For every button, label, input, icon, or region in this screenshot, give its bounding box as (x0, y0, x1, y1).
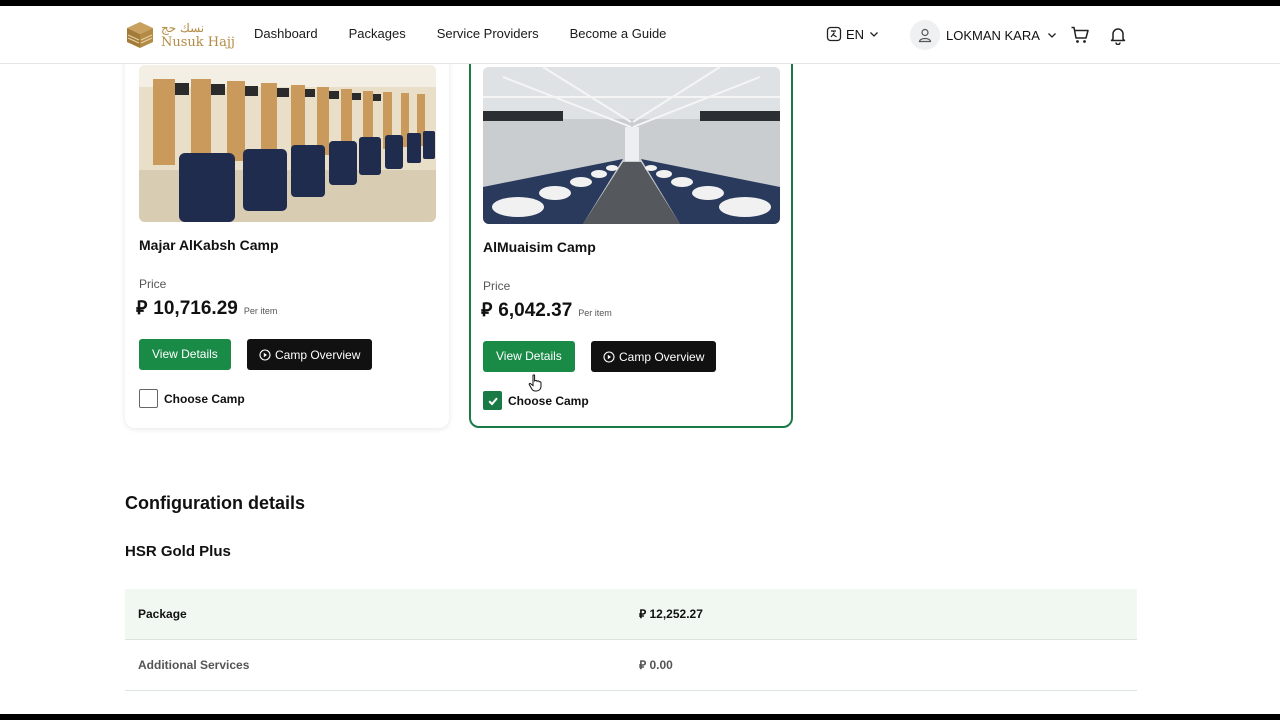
price-currency: ⃁ (136, 298, 148, 319)
camp-overview-label: Camp Overview (619, 349, 705, 364)
row-label: Package (138, 607, 187, 621)
nusuk-hajj-logo[interactable]: نسك حج Nusuk Hajj (124, 19, 235, 51)
per-item-label: Per item (578, 308, 612, 318)
nav-become-guide[interactable]: Become a Guide (570, 26, 667, 41)
camp-overview-button[interactable]: Camp Overview (247, 339, 373, 370)
camp-photo-majar (139, 65, 436, 222)
cart-icon (1071, 26, 1089, 43)
per-item-label: Per item (243, 306, 278, 316)
configuration-title: Configuration details (125, 493, 305, 513)
camp-image (139, 65, 436, 222)
main-nav: Dashboard Packages Service Providers Bec… (254, 26, 666, 41)
camp-image (483, 67, 780, 224)
price-label: Price (483, 279, 511, 293)
user-icon (918, 28, 932, 43)
camp-title: AlMuaisim Camp (483, 239, 596, 255)
table-row: Additional Services ⃁ 0.00 (125, 640, 1137, 691)
choose-camp-checkbox[interactable] (139, 389, 158, 408)
row-amount: 12,252.27 (649, 606, 703, 621)
price-value: 6,042.37 (498, 300, 573, 321)
user-name: LOKMAN KARA (946, 27, 1040, 43)
notifications-button[interactable] (1108, 25, 1128, 50)
price-row: ⃁ 10,716.29 Per item (136, 296, 277, 320)
row-currency: ⃁ (639, 657, 647, 672)
play-circle-icon (259, 348, 271, 361)
choose-camp-checkbox[interactable] (483, 391, 502, 410)
price-label: Price (139, 277, 167, 291)
language-code: EN (846, 26, 865, 42)
price-value: 10,716.29 (153, 298, 238, 319)
row-value: ⃁ 0.00 (639, 658, 673, 673)
table-row: Package ⃁ 12,252.27 (125, 589, 1137, 640)
nav-dashboard[interactable]: Dashboard (254, 26, 318, 41)
cart-button[interactable] (1070, 25, 1090, 50)
nav-service-providers[interactable]: Service Providers (437, 26, 539, 41)
logo-arabic: نسك حج (161, 20, 205, 35)
camp-overview-label: Camp Overview (275, 347, 361, 362)
camp-photo-almuaisim (483, 67, 780, 224)
hand-pointer-icon (528, 374, 542, 392)
choose-camp-option[interactable]: Choose Camp (483, 391, 589, 410)
play-circle-icon (603, 350, 615, 363)
price-currency: ⃁ (481, 300, 493, 321)
row-label: Additional Services (138, 658, 250, 672)
choose-camp-label: Choose Camp (508, 393, 589, 408)
row-amount: 0.00 (649, 657, 673, 672)
price-row: ⃁ 6,042.37 Per item (481, 298, 612, 322)
camp-overview-button[interactable]: Camp Overview (591, 341, 717, 372)
translate-icon (826, 26, 842, 42)
language-selector[interactable]: EN (826, 26, 880, 42)
nav-packages[interactable]: Packages (349, 26, 406, 41)
view-details-button[interactable]: View Details (483, 341, 575, 372)
choose-camp-label: Choose Camp (164, 391, 245, 406)
logo-text: نسك حج Nusuk Hajj (161, 22, 235, 49)
price-summary-table: Package ⃁ 12,252.27 Additional Services … (125, 589, 1137, 691)
logo-mark-icon (127, 22, 153, 48)
row-value: ⃁ 12,252.27 (639, 607, 703, 622)
view-details-button[interactable]: View Details (139, 339, 231, 370)
user-menu[interactable]: LOKMAN KARA (910, 20, 1058, 50)
package-name: HSR Gold Plus (125, 543, 231, 560)
row-currency: ⃁ (639, 606, 647, 621)
top-header: نسك حج Nusuk Hajj Dashboard Packages Ser… (0, 6, 1280, 64)
chevron-down-icon (870, 32, 879, 37)
camp-title: Majar AlKabsh Camp (139, 237, 279, 253)
camp-card-selected: AlMuaisim Camp Price ⃁ 6,042.37 Per item… (469, 26, 793, 428)
viewport: نسك حج Nusuk Hajj Dashboard Packages Ser… (0, 6, 1280, 714)
choose-camp-option[interactable]: Choose Camp (139, 389, 245, 408)
bell-icon (1110, 28, 1126, 46)
checkmark-icon (487, 397, 498, 405)
chevron-down-icon (1047, 33, 1056, 38)
avatar (910, 20, 940, 50)
logo-english: Nusuk Hajj (161, 34, 235, 50)
camp-card: Majar AlKabsh Camp Price ⃁ 10,716.29 Per… (125, 26, 449, 428)
